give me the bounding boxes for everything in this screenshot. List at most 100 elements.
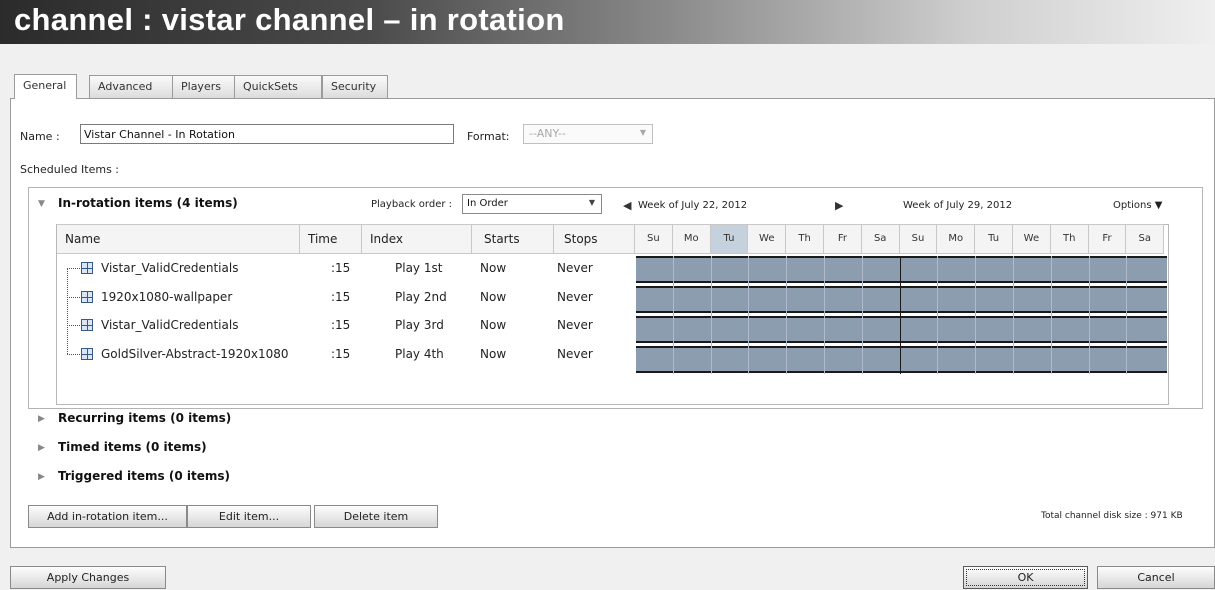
cell-starts: Now: [480, 346, 507, 361]
week-2-label: Week of July 29, 2012: [903, 200, 1013, 211]
timed-items-header[interactable]: Timed items (0 items): [58, 440, 207, 454]
content-item-icon: [81, 319, 93, 331]
cell-index: Play 4th: [395, 346, 444, 361]
cell-time: :15: [331, 346, 351, 361]
week-1-label: Week of July 22, 2012: [638, 200, 748, 211]
day-divider: [786, 256, 788, 374]
expand-triangle-right-icon[interactable]: ▶: [38, 472, 45, 482]
day-divider: [1050, 256, 1052, 374]
cell-time: :15: [331, 318, 351, 332]
tree-connector: [67, 268, 68, 354]
window-title-bar: channel : vistar channel – in rotation: [0, 0, 1215, 44]
content-item-icon: [81, 262, 93, 274]
day-divider: [710, 256, 712, 374]
name-input[interactable]: [80, 124, 454, 144]
table-row[interactable]: 1920x1080-wallpaper :15 Play 2nd Now Never: [57, 283, 635, 311]
schedule-bar[interactable]: [636, 346, 1167, 373]
day-divider: [1126, 256, 1128, 374]
format-select[interactable]: --ANY-- ▼: [523, 124, 653, 144]
expand-triangle-right-icon[interactable]: ▶: [38, 443, 45, 453]
day-header: Fr: [824, 224, 862, 254]
table-row[interactable]: GoldSilver-Abstract-1920x1080 :15 Play 4th…: [57, 340, 635, 368]
cell-starts: Now: [480, 318, 507, 332]
delete-item-button[interactable]: Delete item: [314, 505, 438, 528]
scheduled-items-label: Scheduled Items :: [20, 163, 119, 176]
cell-name: GoldSilver-Abstract-1920x1080: [101, 346, 289, 361]
day-divider: [1088, 256, 1090, 374]
schedule-bar[interactable]: [636, 256, 1167, 283]
triggered-items-header[interactable]: Triggered items (0 items): [58, 469, 230, 483]
format-label: Format:: [467, 130, 510, 143]
cell-stops: Never: [557, 261, 593, 275]
day-divider: [937, 256, 939, 374]
cell-starts: Now: [480, 261, 507, 275]
schedule-bar[interactable]: [636, 316, 1167, 343]
cell-stops: Never: [557, 318, 593, 332]
day-header: Th: [786, 224, 824, 254]
table-row[interactable]: Vistar_ValidCredentials :15 Play 3rd Now Nev…: [57, 311, 635, 339]
playback-order-select[interactable]: In Order ▼: [462, 194, 602, 214]
col-header-starts[interactable]: Starts: [472, 224, 554, 254]
cancel-button[interactable]: Cancel: [1097, 566, 1215, 589]
day-divider: [824, 256, 825, 374]
day-header: Mo: [937, 224, 976, 254]
col-header-stops[interactable]: Stops: [554, 224, 635, 254]
day-header: Tu: [710, 224, 749, 254]
day-header: Th: [1050, 224, 1089, 254]
tree-connector: [67, 296, 80, 298]
table-row[interactable]: Vistar_ValidCredentials:15 Play 1st Now Nev…: [57, 254, 635, 282]
chevron-down-icon: ▼: [639, 128, 646, 137]
content-item-icon: [81, 290, 93, 303]
playback-order-label: Playback order :: [371, 199, 453, 210]
col-header-name[interactable]: Name: [57, 224, 300, 254]
tab-players[interactable]: Players: [172, 75, 238, 98]
apply-changes-button[interactable]: Apply Changes: [10, 566, 166, 589]
day-header: Sa: [1126, 224, 1165, 254]
options-label: Options: [1113, 200, 1152, 211]
schedule-bar[interactable]: [636, 286, 1167, 313]
caret-down-icon: ▼: [1154, 200, 1163, 211]
col-header-index[interactable]: Index: [362, 224, 472, 254]
day-divider: [1013, 256, 1014, 374]
cell-stops: Never: [557, 289, 593, 304]
collapse-triangle-down-icon[interactable]: ▼: [38, 199, 45, 209]
day-divider: [861, 256, 863, 374]
tab-general[interactable]: General: [14, 74, 77, 99]
cell-time: :15: [331, 261, 351, 275]
disk-size-label: Total channel disk size : 971 KB: [1041, 511, 1183, 521]
recurring-items-header[interactable]: Recurring items (0 items): [58, 411, 231, 425]
edit-item-button[interactable]: Edit item...: [187, 505, 311, 528]
chevron-down-icon: ▼: [588, 198, 595, 207]
tree-connector: [67, 325, 80, 326]
day-header: Tu: [975, 224, 1013, 254]
day-header: We: [1013, 224, 1051, 254]
arrow-left-icon[interactable]: ◀: [623, 199, 631, 212]
day-header: We: [748, 224, 787, 254]
add-in-rotation-item-button[interactable]: Add in-rotation item...: [28, 505, 187, 528]
day-header: Fr: [1088, 224, 1127, 254]
col-header-time[interactable]: Time: [300, 224, 362, 254]
content-item-icon: [81, 347, 93, 360]
cell-index: Play 1st: [395, 261, 443, 275]
tab-advanced[interactable]: Advanced: [89, 75, 176, 98]
cell-name: 1920x1080-wallpaper: [101, 289, 233, 304]
ok-button[interactable]: OK: [963, 566, 1088, 589]
window-title: channel : vistar channel – in rotation: [14, 2, 565, 37]
cell-name: Vistar_ValidCredentials: [101, 318, 239, 332]
tab-quicksets[interactable]: QuickSets: [234, 75, 322, 98]
cell-index: Play 2nd: [395, 289, 447, 304]
expand-triangle-right-icon[interactable]: ▶: [38, 414, 45, 424]
tab-security[interactable]: Security: [322, 75, 388, 98]
cell-index: Play 3rd: [395, 318, 444, 332]
in-rotation-header[interactable]: In-rotation items (4 items): [58, 196, 238, 210]
tree-connector: [67, 353, 80, 355]
playback-order-value: In Order: [467, 198, 508, 209]
arrow-right-icon[interactable]: ▶: [835, 199, 843, 212]
name-label: Name :: [20, 130, 60, 143]
options-button[interactable]: Options ▼: [1113, 200, 1162, 211]
cell-time: :15: [331, 289, 351, 304]
day-header: Sa: [861, 224, 900, 254]
day-divider: [672, 256, 674, 374]
cell-stops: Never: [557, 346, 593, 361]
cell-starts: Now: [480, 289, 507, 304]
